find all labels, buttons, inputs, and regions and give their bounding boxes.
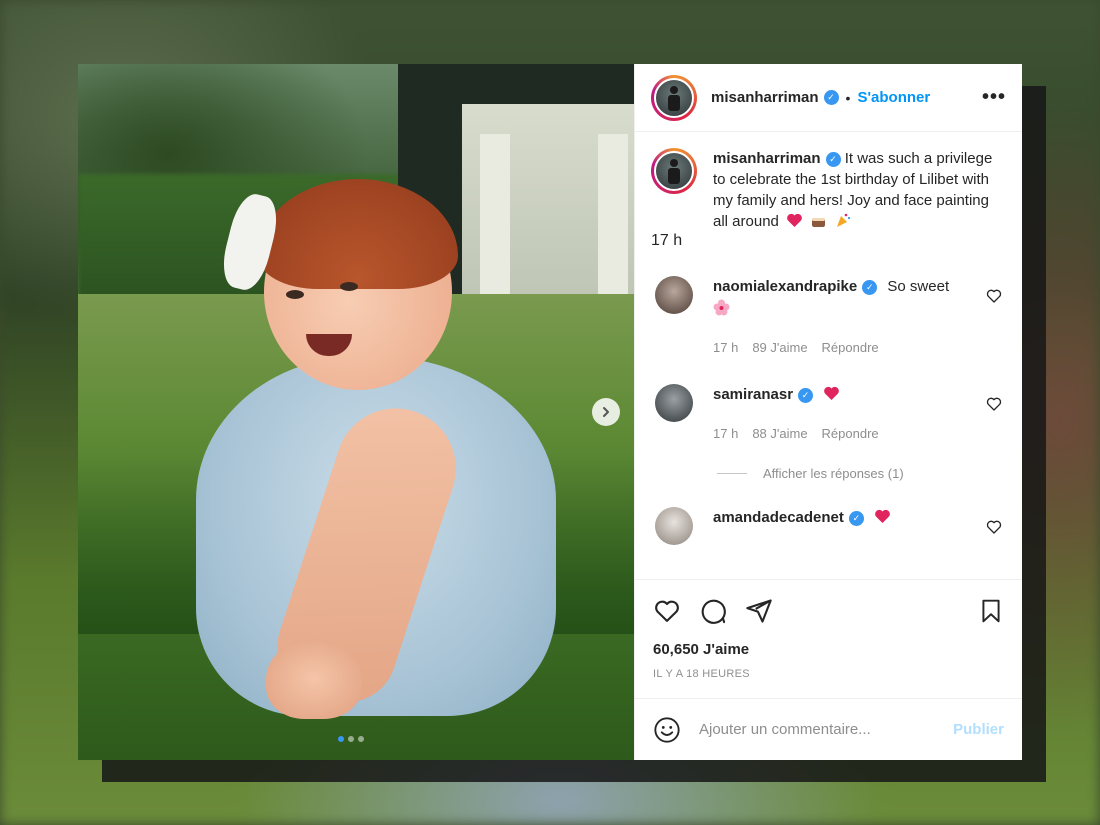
caption-text-block: misanharriman ✓ It was such a privilege t…: [713, 148, 1003, 232]
share-button[interactable]: [745, 597, 773, 625]
emoji-button[interactable]: [653, 716, 681, 744]
emoji-icon: [654, 716, 680, 743]
heart-icon[interactable]: [986, 288, 1002, 304]
publish-button[interactable]: Publier: [953, 721, 1004, 738]
carousel-dot: [358, 736, 364, 742]
photo-child-hand: [266, 639, 362, 719]
comment-likes[interactable]: 88 J'aime: [752, 423, 807, 444]
share-icon: [746, 598, 772, 623]
red-heart-emoji-icon: [875, 509, 890, 523]
commenter-avatar[interactable]: [655, 276, 693, 314]
post-timestamp: IL Y A 18 HEURES: [653, 668, 750, 680]
red-heart-emoji-icon: [787, 213, 802, 227]
comment-body: naomialexandrapike ✓ So sweet 17 h 89 J'a…: [713, 276, 973, 358]
verified-badge-icon: ✓: [848, 510, 864, 526]
verified-badge-icon: ✓: [798, 387, 814, 403]
comment-item: naomialexandrapike ✓ So sweet 17 h 89 J'a…: [651, 276, 1006, 358]
comment-button[interactable]: [699, 597, 727, 625]
caption-avatar-image: [654, 151, 694, 191]
person-silhouette-icon: [668, 159, 680, 184]
person-silhouette-icon: [668, 85, 680, 111]
commenter-avatar[interactable]: [655, 507, 693, 545]
verified-badge-icon: ✓: [825, 151, 841, 167]
follow-button[interactable]: S'abonner: [857, 89, 930, 106]
commenter-avatar[interactable]: [655, 384, 693, 422]
comment-reply-button[interactable]: Répondre: [822, 337, 879, 358]
heart-icon: [655, 600, 679, 622]
bookmark-icon: [982, 599, 1000, 622]
author-avatar-image: [654, 77, 694, 118]
post-side-panel: misanharriman ✓ • S'abonner ••• misanhar…: [634, 64, 1022, 760]
like-button[interactable]: [653, 597, 681, 625]
comment-reply-button[interactable]: Répondre: [822, 423, 879, 444]
photo-house-pillar: [598, 134, 628, 294]
comment-icon: [701, 599, 726, 624]
more-icon[interactable]: •••: [982, 86, 1006, 109]
save-button[interactable]: [978, 597, 1004, 625]
view-replies-button[interactable]: Afficher les réponses (1): [717, 466, 1006, 481]
comment-item: amandadecadenet ✓: [651, 507, 1006, 545]
add-comment-bar: Publier: [635, 698, 1022, 760]
carousel-dot-active: [338, 736, 344, 742]
verified-badge-icon: ✓: [862, 279, 878, 295]
heart-icon[interactable]: [986, 519, 1002, 535]
post-header: misanharriman ✓ • S'abonner •••: [635, 64, 1022, 132]
comment-time: 17 h: [713, 426, 739, 441]
cherry-blossom-emoji-icon: [713, 299, 730, 316]
caption-time: 17 h: [651, 232, 683, 249]
carousel-next-button[interactable]: [592, 398, 620, 426]
comment-text: So sweet: [887, 278, 950, 295]
carousel-dot: [348, 736, 354, 742]
author-avatar[interactable]: [651, 74, 697, 121]
post-caption: misanharriman ✓ It was such a privilege t…: [651, 148, 1006, 232]
verified-badge-icon: ✓: [823, 90, 839, 105]
cake-emoji-icon: [812, 218, 826, 227]
comment-likes[interactable]: 89 J'aime: [752, 337, 807, 358]
carousel-indicator: [338, 736, 364, 742]
photo-child-eye: [286, 290, 304, 299]
chevron-right-icon: [603, 407, 609, 417]
comment-meta: 17 h 88 J'aime Répondre: [713, 423, 973, 444]
party-popper-emoji-icon: [837, 213, 851, 227]
post-actions-bar: [635, 579, 1022, 641]
comment-username[interactable]: naomialexandrapike: [713, 278, 857, 295]
comment-time: 17 h: [713, 340, 739, 355]
comment-body: samiranasr ✓ 17 h 88 J'aime Répondre: [713, 384, 973, 444]
heart-icon[interactable]: [986, 396, 1002, 412]
caption-avatar[interactable]: [651, 148, 697, 194]
instagram-post: misanharriman ✓ • S'abonner ••• misanhar…: [78, 64, 1022, 760]
comment-meta: 17 h 89 J'aime Répondre: [713, 337, 973, 358]
likes-count[interactable]: 60,650 J'aime: [635, 641, 1022, 658]
view-replies-line: [717, 473, 747, 474]
author-username[interactable]: misanharriman: [711, 89, 819, 106]
photo-child-eye: [340, 282, 358, 291]
comment-body: amandadecadenet ✓: [713, 507, 973, 528]
caption-username[interactable]: misanharriman: [713, 150, 821, 167]
comments-list[interactable]: misanharriman ✓ It was such a privilege t…: [635, 132, 1022, 579]
view-replies-label: Afficher les réponses (1): [763, 466, 904, 481]
post-photo[interactable]: [78, 64, 634, 760]
comment-username[interactable]: amandadecadenet: [713, 509, 844, 526]
comment-input[interactable]: [699, 721, 954, 738]
comment-username[interactable]: samiranasr: [713, 386, 793, 403]
comment-item: samiranasr ✓ 17 h 88 J'aime Répondre: [651, 384, 1006, 444]
photo-house-pillar: [480, 134, 510, 294]
header-separator: •: [845, 89, 851, 106]
red-heart-emoji-icon: [824, 386, 840, 400]
